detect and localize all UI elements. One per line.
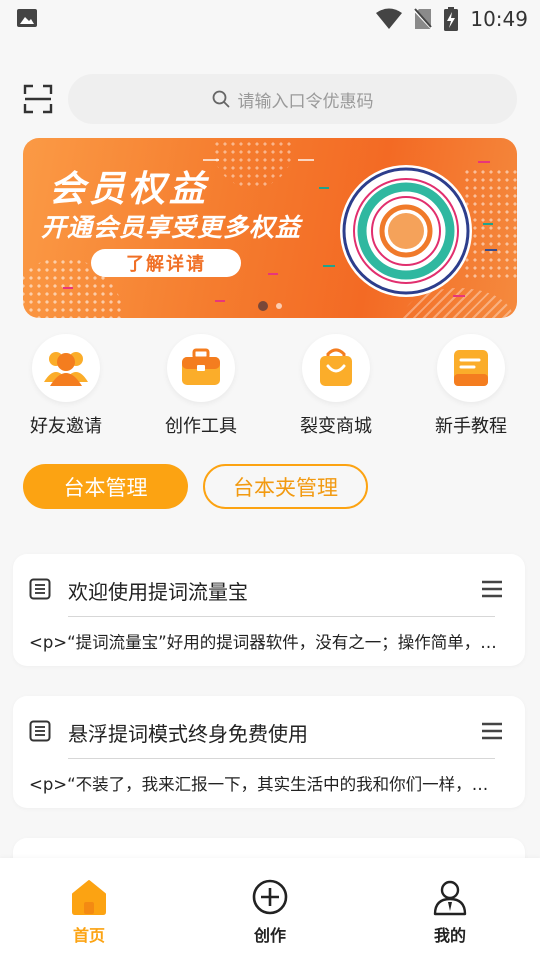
document-icon [29, 720, 51, 742]
more-menu-icon[interactable] [481, 580, 503, 598]
document-icon [29, 578, 51, 600]
shortcut-creation-tools[interactable]: 创作工具 [146, 334, 256, 438]
toolbox-icon [182, 348, 220, 385]
banner-target-rings [340, 165, 472, 297]
learn-more-button[interactable]: 了解详请 [91, 249, 241, 277]
script-preview: <p>“提词流量宝”好用的提词器软件，没有之一；操作简单，功能强大 [29, 633, 503, 652]
clock-time: 10:49 [470, 7, 528, 31]
nav-profile[interactable]: 我的 [405, 878, 495, 946]
shortcut-icon-wrap [302, 334, 370, 402]
tutorial-doc-icon [454, 350, 488, 386]
script-preview: <p>“不装了，我来汇报一下，其实生活中的我和你们一样，每天都在努力 [29, 775, 503, 794]
shortcut-icon-wrap [167, 334, 235, 402]
nav-home[interactable]: 首页 [44, 878, 134, 946]
search-row: 请输入口令优惠码 [0, 74, 540, 124]
shortcut-fission-mall[interactable]: 裂变商城 [281, 334, 391, 438]
shortcut-label: 创作工具 [165, 416, 237, 437]
pager-dot [276, 303, 282, 309]
shortcut-grid: 好友邀请 创作工具 裂变商城 新手教程 [0, 334, 540, 444]
script-title: 悬浮提词模式终身免费使用 [68, 722, 308, 746]
search-placeholder: 请输入口令优惠码 [237, 91, 374, 112]
users-icon [44, 352, 88, 386]
search-icon [212, 90, 229, 108]
nav-label: 首页 [72, 926, 105, 945]
nav-create[interactable]: 创作 [225, 878, 315, 946]
shortcut-icon-wrap [437, 334, 505, 402]
shortcut-label: 新手教程 [435, 416, 507, 437]
card-divider [68, 616, 495, 617]
membership-banner[interactable]: 会员权益 开通会员享受更多权益 了解详请 [23, 138, 517, 318]
status-bar: 10:49 [0, 0, 540, 38]
banner-title: 会员权益 [49, 169, 210, 210]
scan-icon[interactable] [23, 84, 53, 114]
image-notification-icon [17, 9, 37, 27]
home-icon [72, 880, 106, 915]
more-menu-icon[interactable] [481, 722, 503, 740]
shopping-bag-icon [320, 348, 352, 386]
shortcut-label: 好友邀请 [30, 416, 102, 437]
script-card[interactable]: 悬浮提词模式终身免费使用 <p>“不装了，我来汇报一下，其实生活中的我和你们一样… [13, 696, 525, 808]
script-card[interactable]: 欢迎使用提词流量宝 <p>“提词流量宝”好用的提词器软件，没有之一；操作简单，功… [13, 554, 525, 666]
plus-circle-icon [252, 879, 288, 915]
shortcut-label: 裂变商城 [300, 416, 372, 437]
pager-dot-active [258, 301, 268, 311]
search-input[interactable]: 请输入口令优惠码 [68, 74, 517, 124]
shortcut-invite-friends[interactable]: 好友邀请 [11, 334, 121, 438]
nav-label: 我的 [433, 926, 466, 945]
tab-folder-management[interactable]: 台本夹管理 [203, 464, 368, 509]
script-title: 欢迎使用提词流量宝 [68, 580, 248, 604]
battery-charging-icon [444, 7, 459, 31]
no-sim-icon [414, 8, 433, 30]
wifi-icon [376, 8, 403, 29]
bottom-navigation: 首页 创作 我的 [0, 858, 540, 960]
banner-subtitle: 开通会员享受更多权益 [41, 213, 302, 242]
shortcut-icon-wrap [32, 334, 100, 402]
shortcut-beginner-tutorial[interactable]: 新手教程 [416, 334, 526, 438]
banner-pager [258, 301, 282, 311]
profile-icon [433, 880, 467, 916]
card-divider [68, 758, 495, 759]
nav-label: 创作 [253, 926, 286, 945]
tab-script-management[interactable]: 台本管理 [23, 464, 188, 509]
